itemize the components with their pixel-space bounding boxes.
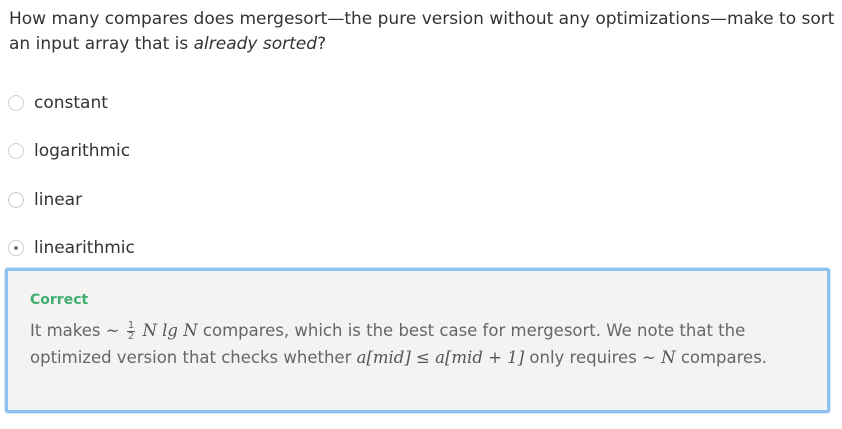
question-text-emphasis: already sorted xyxy=(193,34,318,54)
feedback-text-3: only requires xyxy=(529,348,637,367)
radio-unchecked-icon[interactable] xyxy=(8,192,24,208)
radio-unchecked-icon[interactable] xyxy=(8,95,24,111)
feedback-status: Correct xyxy=(30,292,89,308)
math-fraction-denominator: 2 xyxy=(127,331,135,342)
feedback-explanation: It makes ~ 12 N lg N compares, which is … xyxy=(30,317,800,371)
option-label: logarithmic xyxy=(34,141,131,161)
option-label: constant xyxy=(34,93,108,113)
math-n-lg-n: N lg N xyxy=(142,321,198,340)
option-label: linear xyxy=(34,190,83,210)
feedback-text-1: It makes xyxy=(30,321,101,340)
math-tilde: ~ xyxy=(642,348,656,367)
option-linearithmic[interactable]: linearithmic xyxy=(8,237,135,259)
option-label: linearithmic xyxy=(34,238,135,258)
question-text: How many compares does mergesort—the pur… xyxy=(9,7,835,57)
math-comparison: a[mid] ≤ a[mid + 1] xyxy=(356,348,525,367)
option-logarithmic[interactable]: logarithmic xyxy=(8,140,130,162)
math-n: N xyxy=(661,348,676,367)
math-fraction: 12 xyxy=(126,321,136,342)
question-text-after: ? xyxy=(317,34,327,54)
feedback-panel: Correct It makes ~ 12 N lg N compares, w… xyxy=(5,268,830,413)
radio-unchecked-icon[interactable] xyxy=(8,143,24,159)
radio-checked-icon[interactable] xyxy=(8,240,24,256)
option-constant[interactable]: constant xyxy=(8,92,108,114)
math-tilde: ~ xyxy=(105,321,120,340)
option-linear[interactable]: linear xyxy=(8,189,82,211)
feedback-text-4: compares. xyxy=(680,348,768,367)
question-text-before: How many compares does mergesort—the pur… xyxy=(9,9,835,54)
